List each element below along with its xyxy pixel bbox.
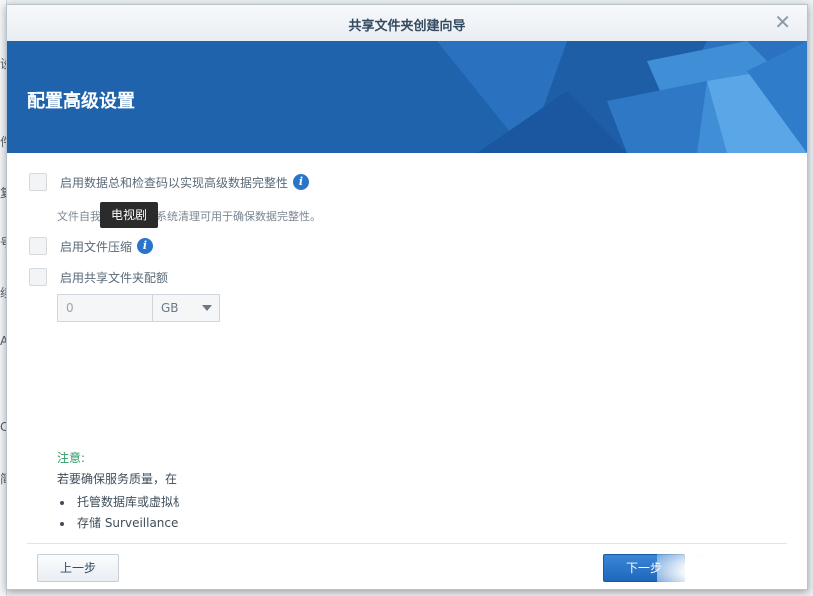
bullet-dot — [60, 500, 64, 505]
option-quota: 启用共享文件夹配额 — [29, 268, 168, 286]
close-icon[interactable]: ✕ — [774, 11, 791, 33]
wizard-banner: 配置高级设置 — [7, 41, 807, 153]
option-compression: 启用文件压缩 i — [29, 237, 154, 255]
note-title: 注意: — [57, 451, 86, 465]
quota-unit-select[interactable]: GB — [152, 294, 220, 322]
tooltip: 电视剧 — [100, 202, 158, 228]
chevron-down-icon — [202, 305, 212, 311]
banner-title: 配置高级设置 — [27, 91, 135, 112]
dialog-titlebar: 共享文件夹创建向导 ✕ — [7, 5, 807, 42]
note-bullet: 存储 Surveillance — [60, 514, 178, 531]
option-checksum: 启用数据总和检查码以实现高级数据完整性 i — [29, 173, 310, 191]
dialog-title: 共享文件夹创建向导 — [348, 19, 466, 34]
quota-unit-value: GB — [161, 301, 179, 315]
compression-checkbox[interactable] — [29, 237, 47, 255]
footer-divider — [27, 543, 787, 544]
compression-label: 启用文件压缩 — [60, 239, 133, 254]
occluding-overlay — [179, 445, 769, 545]
checksum-description: 文件自我修复和文件系统清理可用于确保数据完整性。 — [57, 210, 321, 223]
checksum-label: 启用数据总和检查码以实现高级数据完整性 — [60, 175, 289, 190]
note-bullet-text: 存储 Surveillance — [77, 516, 179, 530]
prev-button[interactable]: 上一步 — [37, 554, 119, 582]
checksum-checkbox[interactable] — [29, 173, 47, 191]
info-icon[interactable]: i — [293, 174, 310, 190]
bullet-dot — [60, 521, 64, 526]
note-bullet-text: 托管数据库或虚拟机 — [77, 495, 186, 509]
note-bullet: 托管数据库或虚拟机 — [60, 493, 185, 510]
info-icon[interactable]: i — [137, 238, 154, 254]
share-folder-wizard-dialog: 共享文件夹创建向导 ✕ 配置高级设置 启用数据总和检查码以实现高级数据完整性 i… — [6, 4, 808, 590]
quota-label: 启用共享文件夹配额 — [60, 270, 169, 285]
occluding-overlay — [657, 545, 807, 589]
note-text: 若要确保服务质量，在 — [57, 472, 178, 486]
quota-checkbox[interactable] — [29, 268, 47, 286]
quota-size-input[interactable]: 0 — [57, 294, 155, 322]
